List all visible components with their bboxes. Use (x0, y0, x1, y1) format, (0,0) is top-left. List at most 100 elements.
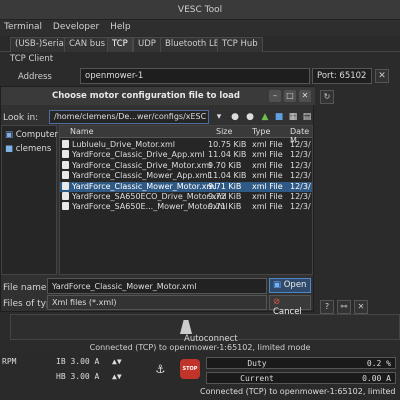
forward-icon[interactable]: ● (244, 110, 256, 124)
connect-icon[interactable]: ✕ (375, 69, 389, 83)
header-type[interactable]: Type (252, 127, 270, 136)
file-date: 12/3/ (290, 171, 311, 181)
stop-button[interactable]: STOP (180, 359, 200, 379)
file-name: YardForce_Classic_Drive_App.xml (72, 150, 205, 160)
file-icon (62, 181, 69, 190)
autoconnect-icon (180, 320, 192, 334)
file-name: Lubluelu_Drive_Motor.xml (72, 140, 175, 149)
file-size: 11.04 KiB (208, 171, 247, 181)
open-icon: ▣ (273, 280, 282, 290)
path-combobox[interactable]: /home/clemens/De...wer/configs/xESC (49, 110, 209, 124)
autoconnect-button[interactable]: Autoconnect (180, 320, 240, 344)
file-type: xml File (252, 202, 283, 212)
new-folder-icon[interactable]: ■ (273, 110, 285, 124)
file-row[interactable]: YardForce_Classic_Mower_App.xml 11.04 KiB… (60, 171, 312, 181)
places-sidebar: ▣ Computer ■ clemens (1, 125, 58, 275)
dropdown-icon[interactable]: ▾ (213, 110, 225, 124)
file-type: xml File (252, 171, 283, 181)
file-name: YardForce_Classic_Drive_Motor.xml (72, 160, 212, 170)
file-size: 11.04 KiB (208, 150, 247, 160)
current-label: Current (240, 374, 274, 383)
file-row[interactable]: YardForce_Classic_Drive_App.xml 11.04 KiB… (60, 150, 312, 160)
menu-help[interactable]: Help (106, 20, 135, 34)
address-label: Address (18, 72, 52, 82)
file-type: xml File (252, 181, 283, 191)
connect-button-icon[interactable]: ⚯ (337, 300, 351, 314)
tab-bluetooth-le[interactable]: Bluetooth LE (160, 37, 225, 52)
menu-terminal[interactable]: Terminal (0, 20, 46, 34)
tab-serial[interactable]: (USB-)Serial (10, 37, 72, 52)
file-type: xml File (252, 140, 283, 149)
disconnect-button-icon[interactable]: ✕ (354, 300, 368, 314)
file-row[interactable]: YardForce_Classic_Drive_Motor.xml 9.70 Ki… (60, 160, 312, 171)
header-size[interactable]: Size (216, 127, 232, 136)
file-row[interactable]: YardForce_SA650E..._Mower_Motor.xml 9.71 … (60, 202, 312, 212)
back-icon[interactable]: ● (229, 110, 241, 124)
file-date: 12/3/ (290, 192, 311, 201)
sidebar-item-label: Computer (15, 130, 58, 140)
file-icon (62, 171, 69, 180)
file-name: YardForce_SA650E..._Mower_Motor.xml (72, 202, 228, 212)
tab-tcp[interactable]: TCP (107, 37, 133, 52)
up-icon[interactable]: ▲ (259, 110, 271, 124)
file-size: 9.72 KiB (208, 192, 242, 201)
ib-spinbox-arrows[interactable]: ▲▼ (112, 357, 122, 369)
anchor-icon[interactable]: ⚓ (156, 361, 164, 377)
connection-status: Connected (TCP) to openmower-1:65102, li… (89, 343, 311, 352)
header-name[interactable]: Name (70, 127, 94, 136)
file-name: YardForce_Classic_Mower_Motor.xml (72, 181, 217, 191)
tcp-client-label: TCP Client (10, 54, 54, 64)
file-date: 12/3/ (290, 140, 311, 149)
file-date: 12/3/ (290, 202, 311, 212)
look-in-label: Look in: (3, 113, 39, 123)
file-row[interactable]: YardForce_Classic_Mower_Motor.xml 9.71 Ki… (60, 181, 312, 192)
refresh-icon[interactable]: ↻ (320, 90, 334, 104)
file-type: xml File (252, 150, 283, 160)
status-bar: Connected (TCP) to openmower-1:65102, li… (200, 387, 396, 396)
menu-developer[interactable]: Developer (49, 20, 103, 34)
help-icon[interactable]: ? (320, 300, 334, 314)
sidebar-item-computer[interactable]: ▣ Computer (5, 130, 58, 140)
file-list-header: Name Size Type Date M (60, 126, 312, 145)
file-type-select[interactable]: Xml files (*.xml) (47, 295, 267, 310)
detail-view-icon[interactable]: ▤ (301, 110, 313, 124)
file-size: 9.71 KiB (208, 181, 242, 191)
port-input[interactable]: Port: 65102 (312, 68, 372, 84)
minimize-icon[interactable]: – (269, 90, 281, 102)
tab-canbus[interactable]: CAN bus (64, 37, 111, 52)
open-button[interactable]: ▣ Open (269, 278, 311, 293)
file-icon (62, 192, 69, 200)
file-date: 12/3/ (290, 160, 311, 170)
file-size: 9.71 KiB (208, 202, 242, 212)
connection-tabs: (USB-)Serial CAN bus TCP UDP Bluetooth L… (0, 36, 400, 52)
address-input[interactable]: openmower-1 (80, 68, 310, 84)
current-value: 0.00 A (362, 374, 391, 383)
dialog-titlebar: Choose motor configuration file to load … (1, 87, 315, 105)
hb-label: HB 3.00 A (56, 372, 100, 381)
bottom-panel: RPM IB 3.00 A HB 3.00 A ▲▼ ▲▼ ⚓ Duty 0.2… (0, 353, 400, 400)
file-name-label: File name: (3, 283, 50, 293)
file-row[interactable]: Lubluelu_Drive_Motor.xml 10.75 KiB xml Fil… (60, 140, 312, 150)
file-icon (62, 140, 69, 148)
folder-icon: ■ (5, 144, 14, 154)
sidebar-item-clemens[interactable]: ■ clemens (5, 144, 51, 154)
tab-udp[interactable]: UDP (133, 37, 161, 52)
maximize-icon[interactable]: □ (284, 90, 296, 102)
computer-icon: ▣ (5, 130, 14, 140)
rpm-label: RPM (2, 357, 17, 366)
file-row[interactable]: YardForce_SA650ECO_Drive_Motor.xml 9.72 K… (60, 192, 312, 202)
file-icon (62, 160, 69, 169)
list-view-icon[interactable]: ▦ (287, 110, 299, 124)
duty-label: Duty (247, 359, 267, 368)
window-title: VESC Tool (177, 5, 223, 15)
hb-spinbox-arrows[interactable]: ▲▼ (112, 372, 122, 384)
close-icon[interactable]: ✕ (299, 90, 311, 102)
tab-tcp-hub[interactable]: TCP Hub (217, 37, 263, 52)
duty-indicator: Duty 0.2 % (206, 357, 396, 369)
cancel-button[interactable]: ⊘ Cancel (269, 295, 311, 317)
file-icon (62, 150, 69, 159)
menubar: Terminal Developer Help (0, 20, 400, 36)
file-name-input[interactable]: YardForce_Classic_Mower_Motor.xml (47, 278, 267, 294)
sidebar-item-label: clemens (15, 144, 52, 154)
window-titlebar: VESC Tool (0, 0, 400, 20)
